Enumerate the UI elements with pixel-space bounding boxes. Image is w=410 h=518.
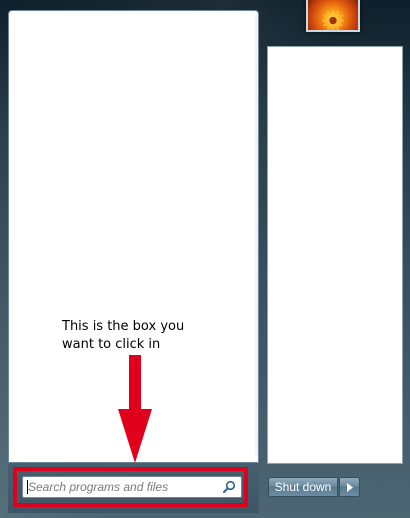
programs-scroll-edge — [255, 15, 258, 455]
flower-icon — [321, 9, 345, 30]
annotation-callout: This is the box you want to click in — [62, 318, 252, 354]
annotation-line-1: This is the box you — [62, 319, 185, 334]
triangle-right-icon — [347, 483, 353, 492]
right-links-panel — [267, 46, 403, 464]
shutdown-options-button[interactable] — [339, 477, 360, 497]
search-highlight-box — [13, 467, 248, 507]
red-arrow-down-icon — [118, 355, 152, 463]
shutdown-label: Shut down — [274, 480, 332, 494]
user-picture[interactable] — [306, 0, 360, 32]
shutdown-button[interactable]: Shut down — [268, 477, 338, 497]
annotation-line-2: want to click in — [62, 337, 161, 352]
